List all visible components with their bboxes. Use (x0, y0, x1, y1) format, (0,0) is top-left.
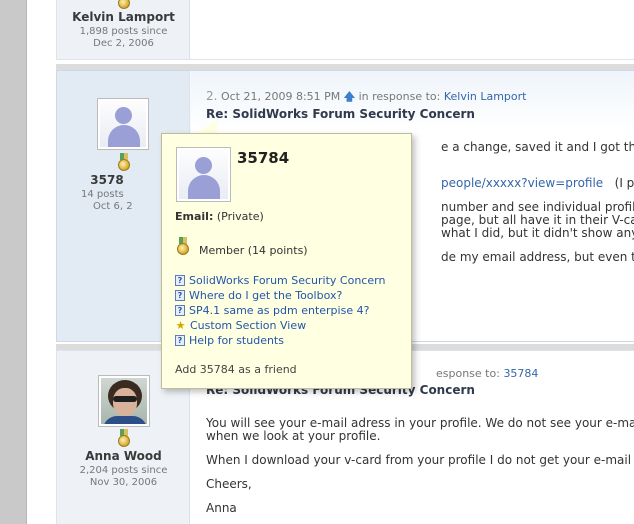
post-header: 2. Oct 21, 2009 8:51 PM 🡅 in response to… (206, 88, 526, 107)
post-title[interactable]: Re: SolidWorks Forum Security Concern (206, 107, 475, 121)
avatar[interactable] (98, 375, 150, 427)
thread-link-item[interactable]: ? Help for students (175, 333, 385, 348)
popup-pointer (195, 120, 217, 134)
thread-link[interactable]: Where do I get the Toolbox? (189, 289, 342, 302)
popup-avatar[interactable] (176, 147, 231, 202)
body-line: de my email address, but even though the… (441, 251, 634, 264)
body-line: You will see your e-mail adress in your … (206, 417, 634, 430)
author-since: Dec 2, 2006 (93, 38, 154, 49)
forum-thread: Kelvin Lamport 1,898 posts since Dec 2, … (27, 0, 634, 524)
medal-icon (117, 0, 131, 9)
author-post-count: 14 posts (81, 189, 124, 200)
user-profile-popup: 35784 Email: (Private) Member (14 points… (161, 133, 412, 389)
author-name[interactable]: Kelvin Lamport (57, 10, 190, 24)
post-body: You will see your e-mail adress in your … (206, 417, 634, 524)
post-content (191, 0, 634, 59)
thread-link[interactable]: SolidWorks Forum Security Concern (189, 274, 385, 287)
avatar[interactable] (97, 98, 149, 150)
star-icon: ★ (175, 319, 186, 332)
post-body: e a change, saved it and I got the follo… (441, 141, 634, 164)
body-line: Cheers, (206, 478, 252, 491)
in-response-link[interactable]: Kelvin Lamport (444, 90, 527, 103)
thread-link[interactable]: Custom Section View (190, 319, 306, 332)
in-response-label: in response to: (358, 90, 441, 103)
body-line: e a change, saved it and I got the follo… (441, 141, 634, 154)
thread-link-item[interactable]: ? SolidWorks Forum Security Concern (175, 273, 385, 288)
in-response-link[interactable]: 35784 (503, 367, 538, 380)
post-body: number and see individual profiles. Some… (441, 201, 634, 240)
medal-icon (117, 429, 131, 447)
question-icon: ? (175, 290, 185, 301)
post-date: Oct 21, 2009 8:51 PM (220, 90, 341, 103)
thread-link[interactable]: Help for students (189, 334, 284, 347)
body-line: when we look at your profile. (206, 430, 381, 443)
post-body: de my email address, but even though the… (441, 251, 634, 274)
member-status: Member (14 points) (199, 244, 308, 257)
post-header: esponse to: 35784 (436, 367, 538, 380)
email-value: (Private) (216, 210, 264, 223)
thread-link-item[interactable]: ? Where do I get the Toolbox? (175, 288, 385, 303)
left-gutter (0, 0, 27, 524)
author-name[interactable]: Anna Wood (57, 449, 190, 463)
in-response-label: esponse to: (436, 367, 500, 380)
author-name[interactable]: 3578 (77, 173, 137, 187)
question-icon: ? (175, 275, 185, 286)
author-post-count: 2,204 posts since (79, 465, 168, 476)
body-line: number and see individual profiles. Some… (441, 201, 634, 214)
author-since: Oct 6, 2 (93, 201, 133, 212)
thread-link-item[interactable]: ? SP4.1 same as pdm enterpise 4? (175, 303, 385, 318)
post-kelvin: Kelvin Lamport 1,898 posts since Dec 2, … (56, 0, 634, 60)
popup-username[interactable]: 35784 (237, 149, 289, 167)
medal-icon (176, 237, 190, 255)
question-icon: ? (175, 335, 185, 346)
popup-email: Email: (Private) (175, 210, 264, 223)
author-column: Kelvin Lamport 1,898 posts since Dec 2, … (57, 0, 190, 59)
thread-link-item[interactable]: ★ Custom Section View (175, 318, 385, 333)
up-arrow-icon[interactable]: 🡅 (344, 88, 355, 107)
post-body-link-line: people/xxxxx?view=profile (I put the x's… (441, 177, 634, 200)
author-post-count: 1,898 posts since (79, 26, 168, 37)
recent-threads-list: ? SolidWorks Forum Security Concern ? Wher… (175, 273, 385, 348)
body-line: what I did, but it didn't show any email… (441, 227, 634, 240)
thread-link[interactable]: SP4.1 same as pdm enterpise 4? (189, 304, 369, 317)
profile-url-link[interactable]: people/xxxxx?view=profile (441, 177, 603, 190)
medal-icon (117, 153, 131, 171)
body-line: When I download your v-card from your pr… (206, 454, 634, 467)
body-line: (I put the x's i (614, 177, 634, 190)
body-line: page, but all have it in their V-card, w… (441, 214, 634, 227)
author-since: Nov 30, 2006 (89, 477, 158, 488)
body-line: Anna (206, 502, 237, 515)
add-friend-link[interactable]: Add 35784 as a friend (175, 363, 297, 376)
email-label: Email: (175, 210, 214, 223)
post-number: 2. (206, 89, 218, 103)
question-icon: ? (175, 305, 185, 316)
